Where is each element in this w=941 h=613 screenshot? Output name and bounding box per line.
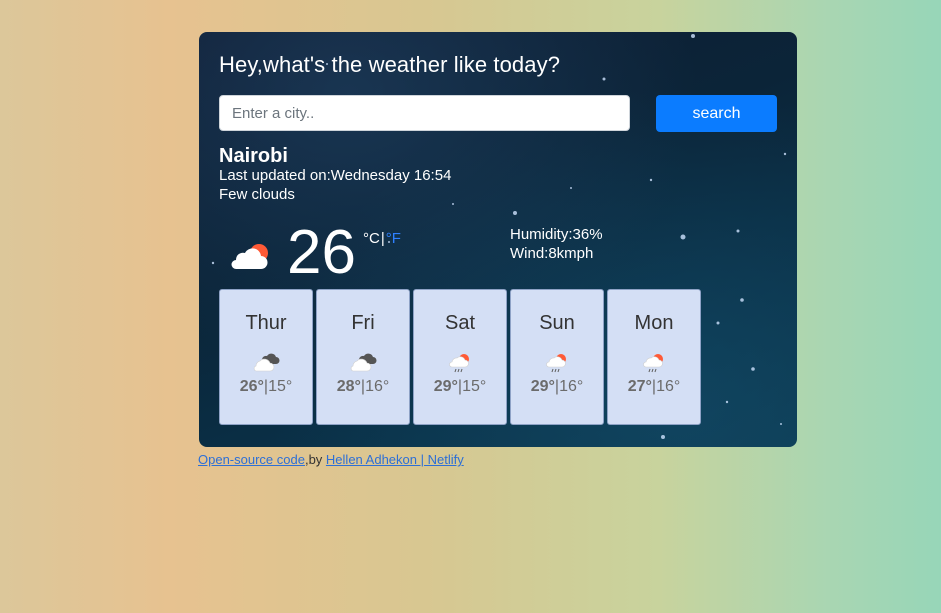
forecast-day: Sun 29°|16° xyxy=(510,289,604,425)
forecast-temps: 29°|16° xyxy=(530,378,584,395)
forecast-temps: 26°|15° xyxy=(239,378,293,395)
forecast-temps: 29°|15° xyxy=(433,378,487,395)
forecast-max: 26° xyxy=(239,378,264,395)
forecast-day: Mon 27°|16° xyxy=(607,289,701,425)
author-link[interactable]: Hellen Adhekon xyxy=(326,452,417,467)
footer-by-text: ,by xyxy=(304,452,326,467)
forecast-day-name: Thur xyxy=(245,312,287,334)
netlify-link[interactable]: | Netlify xyxy=(417,452,464,467)
forecast-max: 27° xyxy=(627,378,652,395)
forecast-day: Sat 29°|15° xyxy=(413,289,507,425)
search-button[interactable]: search xyxy=(656,95,777,132)
city-name: Nairobi xyxy=(219,145,288,167)
forecast-min: 15° xyxy=(268,378,293,395)
forecast-day-name: Mon xyxy=(634,312,674,334)
forecast-min: 16° xyxy=(365,378,390,395)
broken-clouds-icon xyxy=(350,352,378,379)
forecast-temps: 28°|16° xyxy=(336,378,390,395)
current-temperature: 26 xyxy=(287,218,356,287)
few-clouds-day-icon xyxy=(228,240,272,277)
broken-clouds-icon xyxy=(253,352,281,379)
rain-icon xyxy=(447,352,475,379)
city-search-input[interactable] xyxy=(219,95,630,131)
celsius-link[interactable]: °C xyxy=(363,230,380,247)
forecast-day-name: Fri xyxy=(351,312,375,334)
unit-toggle: °C|°F xyxy=(363,230,401,247)
last-updated: Last updated on:Wednesday 16:54 xyxy=(219,167,452,184)
unit-separator: | xyxy=(380,230,385,247)
weather-card: Hey,what's the weather like today? searc… xyxy=(199,32,797,447)
forecast-max: 29° xyxy=(530,378,555,395)
forecast-day: Fri 28°|16° xyxy=(316,289,410,425)
forecast-day-name: Sat xyxy=(444,312,476,334)
forecast-list: Thur 26°|15° Fri 28°|16° Sat 29°|15° Sun… xyxy=(219,289,704,425)
rain-icon xyxy=(641,352,669,379)
weather-stats: Humidity:36% Wind:8kmph xyxy=(510,225,603,263)
weather-description: Few clouds xyxy=(219,186,295,203)
forecast-temps: 27°|16° xyxy=(627,378,681,395)
forecast-day-name: Sun xyxy=(539,312,575,334)
humidity: Humidity:36% xyxy=(510,226,603,243)
forecast-day: Thur 26°|15° xyxy=(219,289,313,425)
page-title: Hey,what's the weather like today? xyxy=(219,52,561,77)
fahrenheit-link[interactable]: °F xyxy=(386,230,401,247)
footer: Open-source code,by Hellen Adhekon | Net… xyxy=(198,452,464,467)
forecast-min: 15° xyxy=(462,378,487,395)
rain-icon xyxy=(544,352,572,379)
wind-speed: Wind:8kmph xyxy=(510,245,594,262)
forecast-min: 16° xyxy=(656,378,681,395)
forecast-max: 29° xyxy=(433,378,458,395)
forecast-min: 16° xyxy=(559,378,584,395)
source-code-link[interactable]: Open-source code xyxy=(198,452,305,467)
forecast-max: 28° xyxy=(336,378,361,395)
